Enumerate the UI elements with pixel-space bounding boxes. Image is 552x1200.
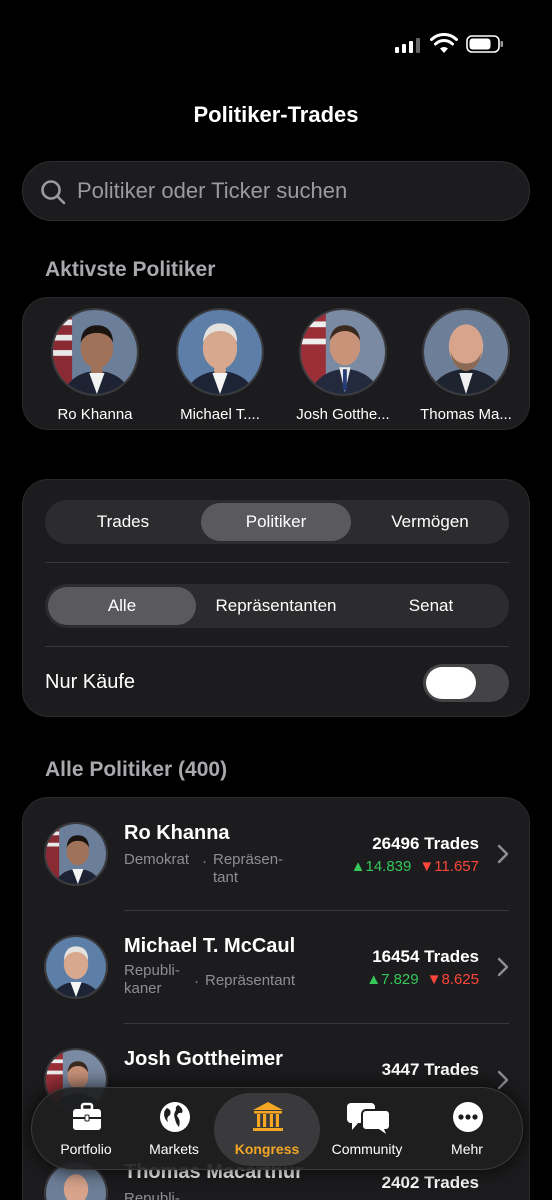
separator-dot: · [202, 853, 207, 870]
trade-count: 16454 Trades [372, 947, 479, 966]
tab-trades[interactable]: Trades [48, 503, 198, 541]
page-title: Politiker-Trades [193, 102, 359, 127]
search-bar[interactable] [22, 161, 530, 221]
active-politician-name: Michael T.... [180, 406, 260, 423]
divider [45, 646, 509, 647]
tab-repraesentanten[interactable]: Repräsentanten [199, 587, 353, 625]
chamber-label: Repräsentant [205, 972, 296, 989]
tab-portfolio[interactable]: Portfolio [37, 1088, 135, 1171]
battery-icon [466, 35, 503, 53]
party-label: Republi-kaner [124, 962, 180, 997]
buys-only-toggle[interactable] [423, 664, 509, 702]
list-item[interactable]: Ro Khanna Demokrat · Repräsen-tant 26496… [23, 798, 529, 911]
avatar [422, 308, 510, 396]
active-politician-name: Ro Khanna [57, 406, 133, 423]
tab-kongress[interactable]: Kongress [218, 1088, 316, 1171]
capitol-icon [253, 1102, 283, 1131]
trade-count: 2402 Trades [381, 1173, 479, 1192]
status-bar [0, 0, 552, 80]
buy-count: ▲7.829 [366, 971, 419, 988]
politician-name: Michael T. McCaul [124, 935, 296, 957]
active-politician-tile[interactable]: Michael T.... [160, 308, 280, 423]
separator-dot: · [194, 973, 199, 990]
tab-politiker[interactable]: Politiker [201, 503, 351, 541]
briefcase-icon [73, 1102, 101, 1130]
trade-changes: ▲7.829 ▼8.625 [366, 971, 479, 988]
avatar [44, 822, 108, 886]
globe-icon [160, 1102, 190, 1132]
chat-bubbles-icon [347, 1103, 391, 1134]
politician-meta: Republi- [124, 1190, 196, 1200]
search-input[interactable] [77, 162, 509, 220]
active-politician-tile[interactable]: Thomas Ma... [406, 308, 526, 423]
tab-mehr[interactable]: Mehr [418, 1088, 516, 1171]
trade-count: 26496 Trades [372, 834, 479, 853]
filter-card: Trades Politiker Vermögen Alle Repräsent… [22, 479, 530, 717]
active-politician-name: Josh Gotthe... [296, 406, 390, 423]
search-icon [41, 180, 66, 205]
party-label: Republi- [124, 1190, 180, 1200]
tab-bar: Portfolio Markets Kongress Community Meh… [31, 1087, 523, 1170]
chamber-label: Repräsen-tant [213, 851, 284, 886]
sell-count: ▼8.625 [426, 971, 479, 988]
chevron-right-icon [497, 957, 509, 977]
buys-only-label: Nur Käufe [45, 671, 136, 693]
buy-count: ▲14.839 [350, 858, 412, 875]
tab-markets[interactable]: Markets [125, 1088, 223, 1171]
avatar [51, 308, 139, 396]
politician-meta: Republi-kaner · Repräsentant [124, 962, 315, 998]
wifi-icon [430, 33, 458, 53]
view-segmented-control: Trades Politiker Vermögen [45, 500, 509, 544]
tab-alle[interactable]: Alle [48, 587, 196, 625]
tab-label: Portfolio [60, 1141, 112, 1157]
sell-count: ▼11.657 [419, 858, 479, 875]
party-label: Demokrat [124, 851, 190, 868]
active-politician-tile[interactable]: Ro Khanna [35, 308, 155, 423]
cellular-signal-icon [395, 37, 420, 53]
tab-vermoegen[interactable]: Vermögen [354, 503, 506, 541]
tab-senat[interactable]: Senat [356, 587, 506, 625]
politician-meta: Demokrat · Repräsen-tant [124, 851, 291, 887]
active-politicians-heading: Aktivste Politiker [45, 258, 216, 281]
tab-community[interactable]: Community [318, 1088, 416, 1171]
all-politicians-heading: Alle Politiker (400) [45, 758, 228, 781]
list-item[interactable]: Michael T. McCaul Republi-kaner · Repräs… [23, 911, 529, 1024]
chamber-segmented-control: Alle Repräsentanten Senat [45, 584, 509, 628]
chevron-right-icon [497, 1070, 509, 1090]
trade-changes: ▲14.839 ▼11.657 [351, 858, 479, 875]
tab-label: Community [331, 1141, 403, 1157]
more-dots-icon [453, 1102, 483, 1132]
active-politician-tile[interactable]: Josh Gotthe... [283, 308, 403, 423]
divider [45, 562, 509, 563]
avatar [176, 308, 264, 396]
active-politicians-carousel: Ro Khanna Michael T.... Josh Gotthe... T… [22, 297, 530, 430]
tab-label: Markets [149, 1141, 199, 1157]
tab-label: Mehr [451, 1141, 483, 1157]
toggle-knob [426, 667, 476, 699]
chevron-right-icon [497, 844, 509, 864]
politician-name: Ro Khanna [124, 822, 230, 844]
politician-name: Josh Gottheimer [124, 1048, 283, 1070]
active-politician-name: Thomas Ma... [420, 406, 512, 423]
trade-count: 3447 Trades [381, 1060, 479, 1079]
avatar [299, 308, 387, 396]
tab-label: Kongress [234, 1141, 300, 1157]
avatar [44, 935, 108, 999]
